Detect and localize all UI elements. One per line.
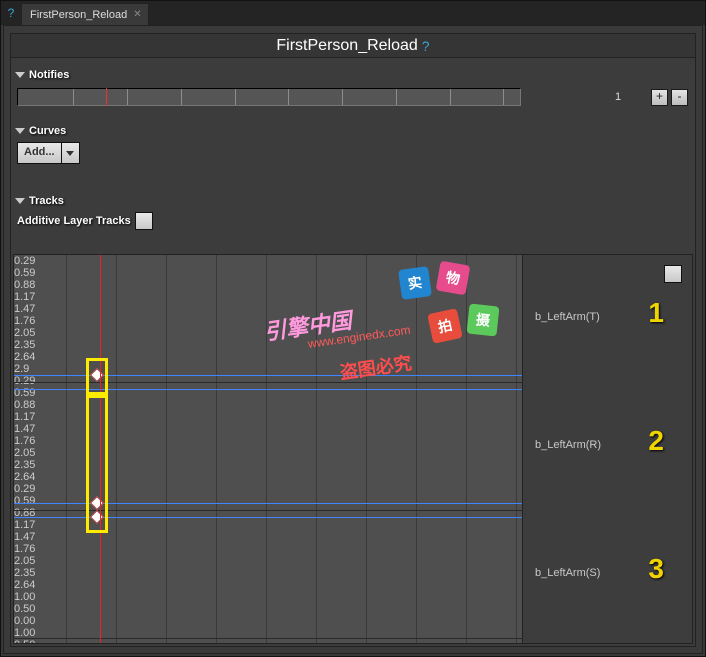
collapse-icon	[15, 198, 25, 204]
track-row-t[interactable]	[14, 255, 522, 383]
chevron-down-icon	[66, 151, 74, 156]
keyframe[interactable]	[90, 496, 104, 510]
tracks-mode-dropdown[interactable]	[135, 212, 153, 230]
asset-title: FirstPerson_Reload	[276, 37, 417, 55]
tab-firstperson-reload[interactable]: FirstPerson_Reload ✕	[21, 3, 149, 25]
notify-add-button[interactable]: +	[651, 89, 668, 106]
notifies-header[interactable]: Notifies	[11, 64, 695, 86]
tab-bar: ? FirstPerson_Reload ✕	[1, 1, 705, 25]
tracks-label: Tracks	[29, 195, 64, 207]
notify-remove-button[interactable]: -	[671, 89, 688, 106]
title-help-icon[interactable]: ?	[422, 38, 430, 54]
curves-header[interactable]: Curves	[11, 120, 695, 142]
track-row-r[interactable]	[14, 383, 522, 511]
asset-title-bar: FirstPerson_Reload ?	[11, 34, 695, 58]
curves-label: Curves	[29, 125, 66, 137]
keyframe[interactable]	[90, 368, 104, 382]
tab-close-icon[interactable]: ✕	[133, 9, 141, 20]
collapse-icon	[15, 128, 25, 134]
timeline-area[interactable]: 0.29 0.59 0.88 1.17 1.47 1.76 2.05 2.35 …	[14, 255, 522, 643]
track-label-column: b_LeftArm(T) 1 b_LeftArm(R) 2 b_LeftArm(…	[522, 255, 692, 643]
keyframe[interactable]	[90, 510, 104, 524]
track-label[interactable]: b_LeftArm(R)	[535, 439, 601, 451]
notify-track[interactable]	[17, 88, 521, 106]
track-label[interactable]: b_LeftArm(S)	[535, 567, 600, 579]
track-number-annotation: 2	[648, 425, 664, 457]
tracks-mode-label: Additive Layer Tracks	[17, 215, 131, 227]
collapse-icon	[15, 72, 25, 78]
curves-add-label: Add...	[17, 142, 62, 164]
track-number-annotation: 1	[648, 297, 664, 329]
notify-count: 1	[588, 91, 648, 103]
tab-title: FirstPerson_Reload	[30, 9, 127, 21]
curves-add-dropdown[interactable]	[62, 142, 80, 164]
tracks-options-dropdown[interactable]	[664, 265, 682, 283]
help-icon[interactable]: ?	[1, 1, 21, 25]
y-tick: 0.50	[14, 639, 522, 643]
track-label[interactable]: b_LeftArm(T)	[535, 311, 600, 323]
tracks-header[interactable]: Tracks	[11, 190, 695, 212]
track-row-s[interactable]	[14, 511, 522, 639]
notify-playhead[interactable]	[106, 88, 107, 106]
notifies-label: Notifies	[29, 69, 69, 81]
timeline-playhead[interactable]	[100, 255, 101, 643]
track-number-annotation: 3	[648, 553, 664, 585]
curves-add-button[interactable]: Add...	[17, 142, 80, 164]
